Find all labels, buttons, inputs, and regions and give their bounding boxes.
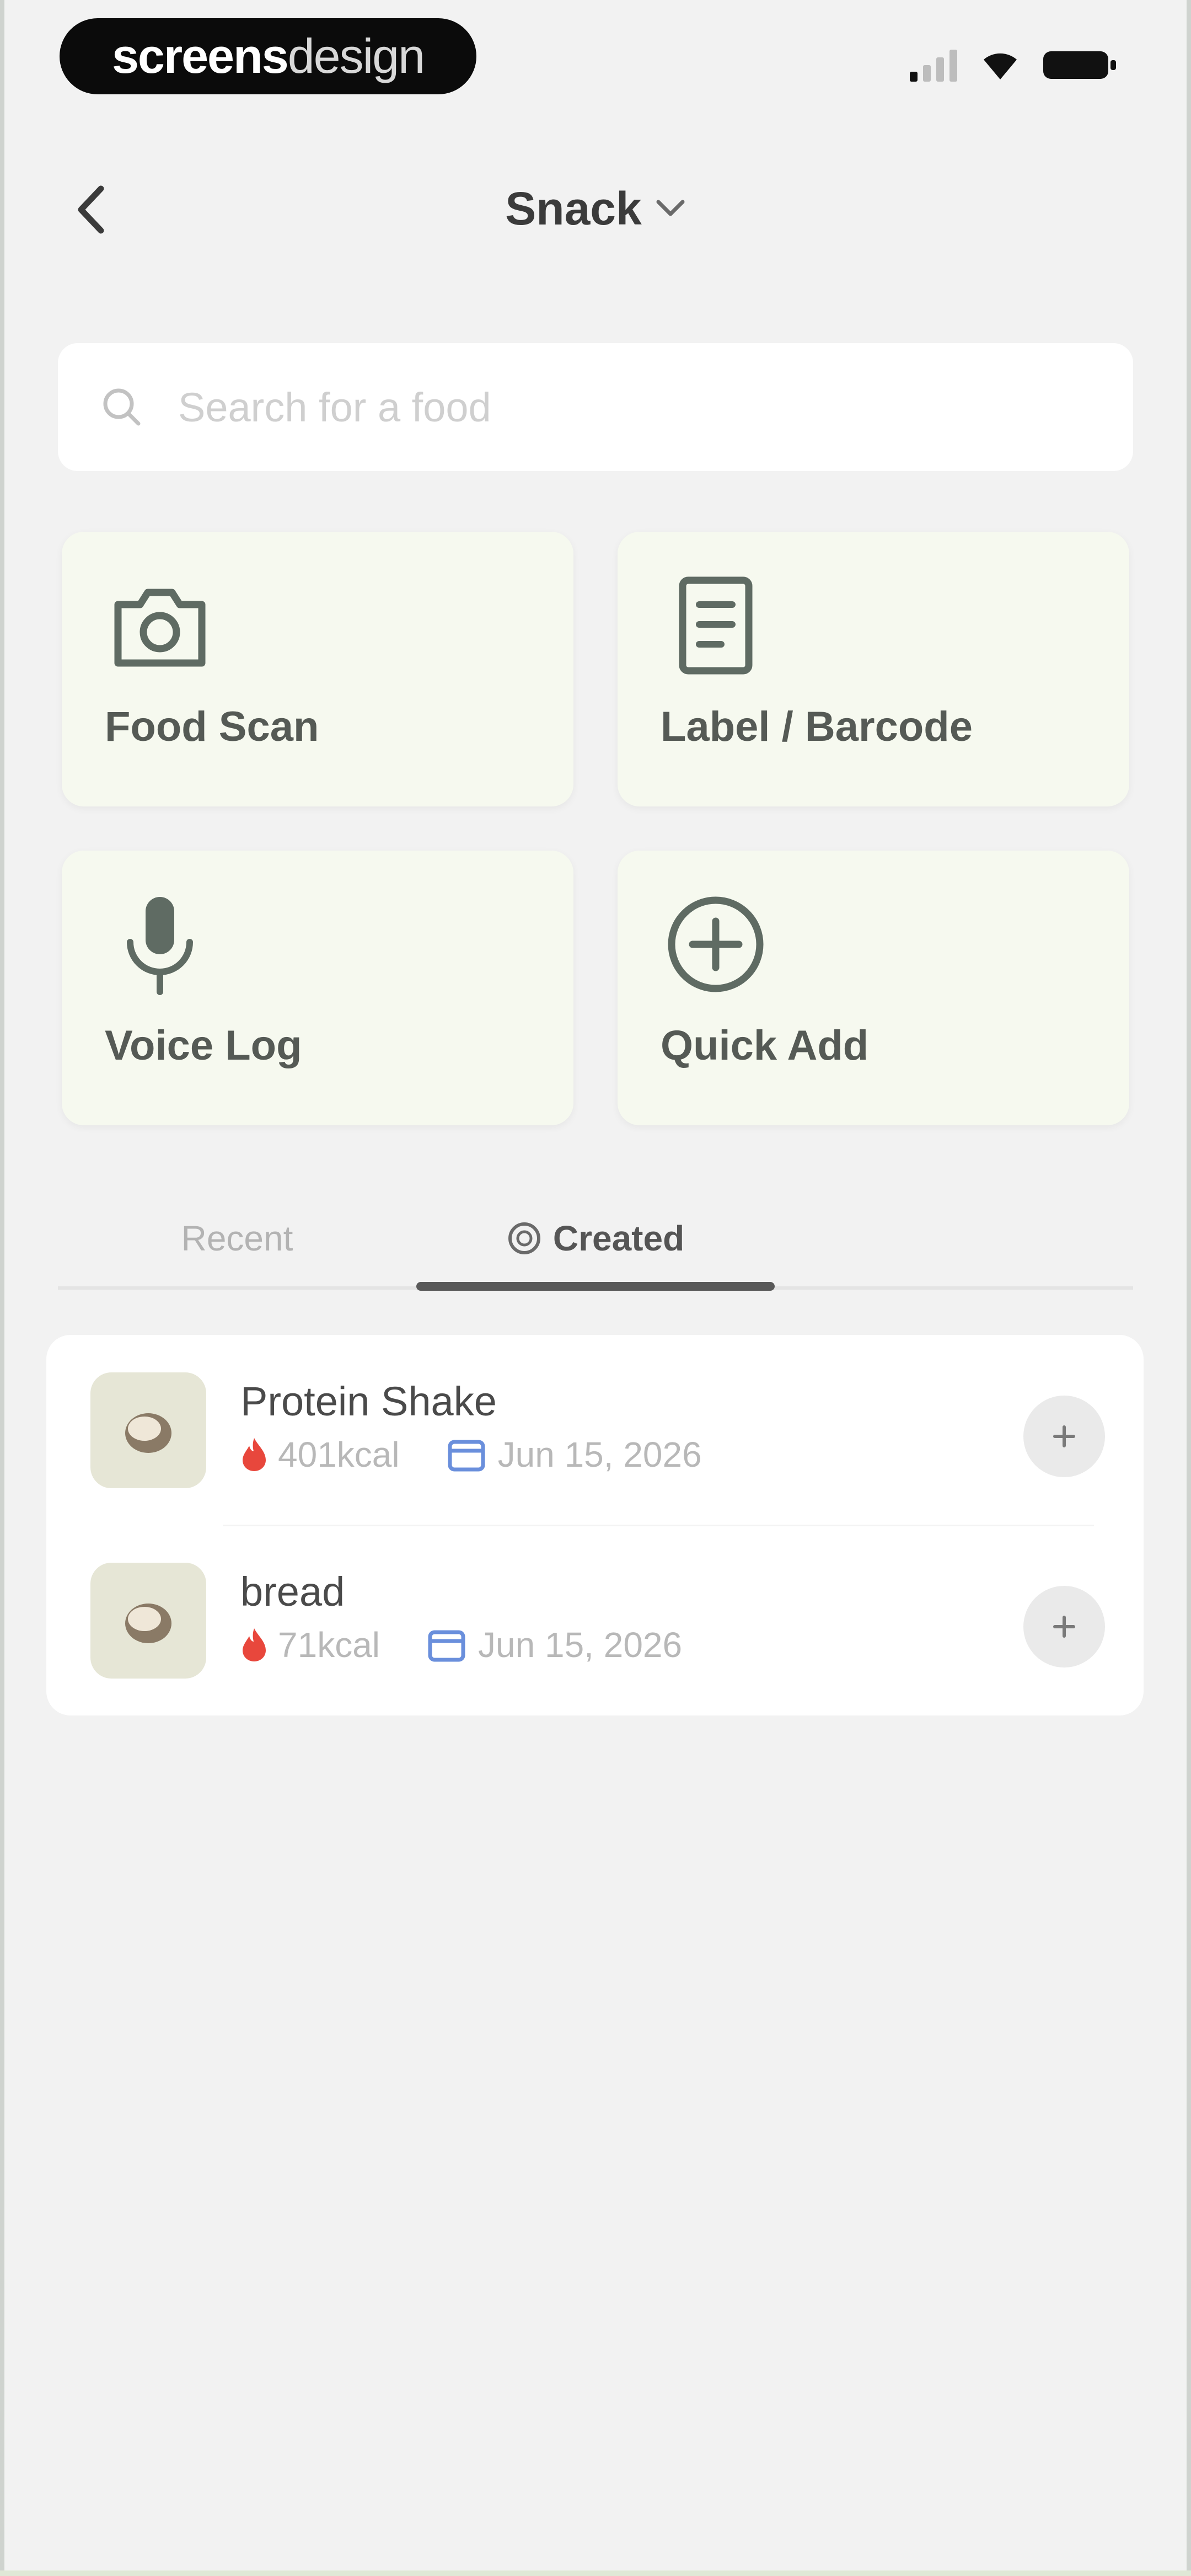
tab-bar: Recent Created [58, 1191, 1133, 1291]
quick-add-label: Quick Add [661, 1022, 869, 1069]
search-input[interactable] [177, 373, 1061, 441]
flame-icon [243, 1628, 266, 1661]
food-date: Jun 15, 2026 [497, 1435, 702, 1474]
food-kcal: 401kcal [278, 1435, 400, 1474]
food-meta: 401kcal Jun 15, 2026 [240, 1434, 702, 1475]
food-date: Jun 15, 2026 [478, 1625, 683, 1665]
tab-recent-label: Recent [181, 1218, 293, 1258]
brand-logo-bold: screens [111, 29, 289, 83]
created-icon [508, 1222, 540, 1254]
brand-logo: screens design [60, 18, 476, 94]
microphone-icon [127, 897, 193, 995]
voice-log-label: Voice Log [105, 1022, 302, 1069]
food-thumbnail [90, 1372, 206, 1488]
battery-icon [1043, 51, 1116, 79]
food-scan-label: Food Scan [105, 703, 319, 750]
list-item[interactable]: bread 71kcal Jun 15, 2026 [46, 1525, 1144, 1715]
chevron-down-icon [656, 200, 685, 216]
label-barcode-label: Label / Barcode [661, 703, 973, 750]
food-icon [125, 1413, 171, 1453]
voice-log-button[interactable]: Voice Log [62, 851, 573, 1125]
calendar-icon [428, 1630, 465, 1662]
food-list: Protein Shake 401kcal Jun 15, 2026 bread… [46, 1335, 1144, 1715]
signal-icon [910, 49, 957, 82]
frame-edge-left [0, 0, 4, 2576]
plus-icon [1053, 1425, 1075, 1447]
quick-add-button[interactable]: Quick Add [618, 851, 1129, 1125]
tab-recent[interactable]: Recent [58, 1191, 416, 1285]
food-name: Protein Shake [240, 1378, 497, 1424]
meal-selector[interactable]: Snack [0, 175, 1191, 242]
status-icons [910, 49, 1117, 82]
food-kcal: 71kcal [278, 1625, 380, 1665]
food-meta: 71kcal Jun 15, 2026 [240, 1624, 682, 1665]
plus-icon [1053, 1616, 1075, 1638]
label-barcode-button[interactable]: Label / Barcode [618, 532, 1129, 806]
food-scan-button[interactable]: Food Scan [62, 532, 573, 806]
tab-created[interactable]: Created [416, 1191, 775, 1285]
frame-edge-bottom [0, 2570, 1191, 2576]
food-name: bread [240, 1569, 345, 1615]
page-title: Snack [505, 182, 642, 234]
flame-icon [243, 1438, 266, 1471]
calendar-icon [448, 1440, 485, 1472]
tab-created-label: Created [552, 1218, 685, 1258]
add-food-button[interactable] [1023, 1396, 1105, 1477]
food-thumbnail [90, 1563, 206, 1679]
list-item[interactable]: Protein Shake 401kcal Jun 15, 2026 [46, 1335, 1144, 1526]
food-icon [125, 1604, 171, 1643]
add-food-button[interactable] [1023, 1586, 1105, 1668]
plus-circle-icon [668, 896, 764, 992]
document-icon [679, 576, 753, 675]
wifi-icon [984, 53, 1017, 79]
frame-edge-right [1187, 0, 1191, 2576]
screen: screens design Snack Search for a food F… [0, 0, 1191, 2576]
active-tab-indicator [416, 1282, 775, 1291]
camera-icon [114, 589, 206, 667]
search-icon [103, 388, 141, 426]
brand-logo-light: design [287, 29, 425, 83]
search-bar[interactable] [58, 343, 1133, 471]
